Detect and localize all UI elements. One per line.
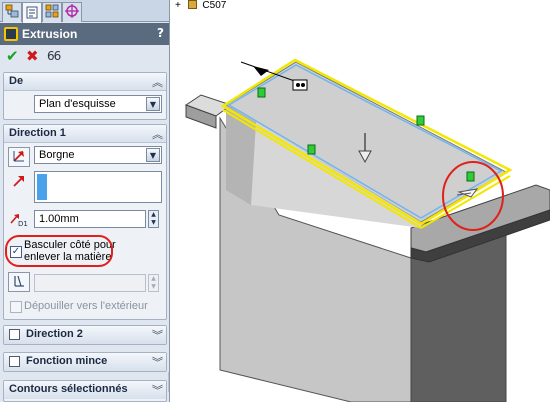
direction-reference-list[interactable]: [34, 171, 162, 203]
handle-2[interactable]: [307, 144, 316, 155]
draft-icon: [12, 274, 26, 291]
help-button[interactable]: ?: [157, 26, 164, 40]
depth-icon: D1: [8, 209, 30, 229]
direction-vector-icon: [8, 171, 30, 191]
tab-dimxpert[interactable]: [62, 2, 82, 22]
extrude-feature-icon: [4, 27, 18, 41]
panel-resize-handle[interactable]: [168, 372, 169, 392]
group-direction-2-title: Direction 2: [26, 328, 83, 340]
group-from: De ︽ Plan d'esquisse ▼: [3, 72, 167, 120]
dropdown-arrow-icon[interactable]: ▼: [146, 148, 160, 162]
draft-outward-label: Dépouiller vers l'extérieur: [24, 300, 148, 312]
group-from-header[interactable]: De ︽: [4, 73, 166, 91]
handle-1[interactable]: [257, 87, 266, 98]
from-select-value: Plan d'esquisse: [39, 98, 116, 110]
group-from-title: De: [9, 75, 24, 87]
from-select[interactable]: Plan d'esquisse ▼: [34, 95, 162, 113]
direction-2-checkbox[interactable]: [9, 329, 20, 340]
group-thin-feature: Fonction mince ︾: [3, 352, 167, 372]
graphics-area[interactable]: + C507: [171, 0, 550, 402]
draft-angle-input[interactable]: [34, 274, 146, 292]
tab-configuration-manager[interactable]: [42, 2, 62, 22]
group-selected-contours-header[interactable]: Contours sélectionnés ︾: [4, 381, 166, 399]
draft-toggle-button[interactable]: [8, 272, 30, 292]
svg-text:D1: D1: [18, 220, 28, 227]
feature-title-bar: Extrusion ?: [0, 23, 169, 45]
ok-button[interactable]: ✔: [6, 47, 19, 65]
reverse-direction-button[interactable]: [8, 147, 30, 167]
handle-3[interactable]: [416, 115, 425, 126]
collapse-chevron-icon[interactable]: ︽: [152, 74, 163, 90]
group-selected-contours: Contours sélectionnés ︾: [3, 380, 167, 402]
draft-angle-spinner[interactable]: ▲ ▼: [148, 274, 159, 292]
selection-highlight: [37, 174, 47, 200]
feature-manager-icon: [5, 4, 19, 21]
cancel-button[interactable]: ✖: [26, 47, 39, 65]
handle-4[interactable]: [466, 171, 475, 182]
expand-chevron-icon[interactable]: ︾: [152, 382, 163, 398]
depth-spinner[interactable]: ▲ ▼: [148, 210, 159, 228]
depth-input[interactable]: 1.00mm: [34, 210, 146, 228]
configuration-manager-icon: [45, 4, 59, 21]
group-direction-1-title: Direction 1: [9, 127, 66, 139]
group-direction-2-header[interactable]: Direction 2 ︾: [4, 326, 166, 344]
feature-title: Extrusion: [22, 27, 78, 41]
crosshair-icon: [65, 4, 79, 21]
annotation-red-circle: [5, 235, 113, 267]
group-thin-feature-header[interactable]: Fonction mince ︾: [4, 353, 166, 371]
group-direction-1-header[interactable]: Direction 1 ︽: [4, 125, 166, 143]
property-manager-icon: [25, 5, 39, 22]
tab-feature-manager[interactable]: [2, 2, 22, 22]
detailed-preview-button[interactable]: 66: [47, 47, 61, 65]
tab-property-manager[interactable]: [22, 2, 42, 23]
action-bar: ✔ ✖ 66: [0, 45, 169, 67]
group-direction-1: Direction 1 ︽ Borgne ▼ D1 1.00mm ▲ ▼ ✓ Ba…: [3, 124, 167, 320]
depth-value: 1.00mm: [39, 213, 79, 225]
manager-tab-bar: [0, 0, 169, 23]
thin-feature-checkbox[interactable]: [9, 356, 20, 367]
expand-chevron-icon[interactable]: ︾: [152, 354, 163, 370]
expand-chevron-icon[interactable]: ︾: [152, 327, 163, 343]
end-condition-value: Borgne: [39, 149, 75, 161]
group-direction-2: Direction 2 ︾: [3, 325, 167, 345]
dropdown-arrow-icon[interactable]: ▼: [146, 97, 160, 111]
group-thin-feature-title: Fonction mince: [26, 355, 108, 367]
group-selected-contours-title: Contours sélectionnés: [9, 383, 128, 395]
collapse-chevron-icon[interactable]: ︽: [152, 126, 163, 142]
end-condition-select[interactable]: Borgne ▼: [34, 146, 162, 164]
draft-outward-checkbox[interactable]: [10, 301, 22, 313]
model-view: [184, 58, 550, 402]
property-manager-panel: Extrusion ? ✔ ✖ 66 De ︽ Plan d'esquisse …: [0, 0, 170, 402]
reverse-direction-icon: [12, 149, 26, 166]
